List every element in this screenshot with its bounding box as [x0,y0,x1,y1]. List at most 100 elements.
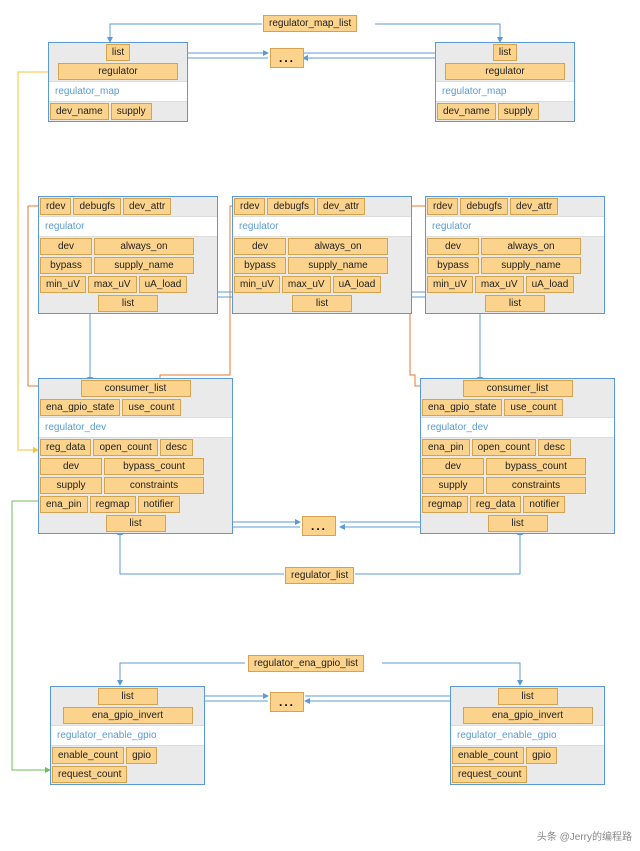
field: bypass [234,257,286,274]
field: dev [40,458,102,475]
field: constraints [104,477,204,494]
field: supply_name [94,257,194,274]
field: supply_name [481,257,581,274]
field: consumer_list [463,380,573,397]
field: use_count [504,399,562,416]
field: min_uV [40,276,86,293]
field: list [106,515,166,532]
field: list [498,688,558,705]
field: request_count [452,766,527,783]
field: dev [234,238,286,255]
field: list [98,295,158,312]
field: list [292,295,352,312]
field: dev [40,238,92,255]
field: bypass [40,257,92,274]
field: dev [427,238,479,255]
field: list [485,295,545,312]
field: list [488,515,548,532]
field: dev [422,458,484,475]
field: regulator [445,63,565,80]
field: max_uV [88,276,137,293]
field: bypass_count [486,458,586,475]
field: dev_name [50,103,109,120]
field: rdev [40,198,71,215]
field: notifier [523,496,565,513]
field: uA_load [333,276,382,293]
regulator-map-list-label: regulator_map_list [263,15,357,32]
field: always_on [94,238,194,255]
field: supply_name [288,257,388,274]
ellipsis: ... [270,692,304,712]
type-label: regulator_map [436,81,574,102]
field: supply [111,103,152,120]
field: regmap [90,496,136,513]
regulator-map-box-right: list regulator regulator_map dev_namesup… [435,42,575,122]
field: supply [498,103,539,120]
field: dev_name [437,103,496,120]
field: uA_load [139,276,188,293]
field: ena_pin [40,496,88,513]
field: ena_gpio_state [40,399,120,416]
field: regulator [58,63,178,80]
field: reg_data [470,496,521,513]
field: max_uV [282,276,331,293]
field: dev_attr [123,198,171,215]
field: bypass [427,257,479,274]
field: gpio [126,747,157,764]
regulator-box-3: rdevdebugfsdev_attr regulator devalways_… [425,196,605,314]
field: list [106,44,130,61]
ellipsis: ... [302,516,336,536]
type-label: regulator_enable_gpio [451,725,604,746]
watermark: 头条 @Jerry的编程路 [537,828,632,843]
field: consumer_list [81,380,191,397]
field: ena_gpio_state [422,399,502,416]
field: debugfs [460,198,508,215]
field: list [493,44,517,61]
regulator-dev-box-left: consumer_list ena_gpio_stateuse_count re… [38,378,233,534]
field: request_count [52,766,127,783]
field: debugfs [73,198,121,215]
type-label: regulator [39,216,217,237]
type-label: regulator [426,216,604,237]
field: enable_count [52,747,124,764]
field: min_uV [427,276,473,293]
field: supply [422,477,484,494]
field: always_on [481,238,581,255]
regulator-map-box-left: list regulator regulator_map dev_namesup… [48,42,188,122]
type-label: regulator_dev [421,417,614,438]
field: reg_data [40,439,91,456]
field: min_uV [234,276,280,293]
field: dev_attr [510,198,558,215]
field: ena_gpio_invert [63,707,193,724]
type-label: regulator [233,216,411,237]
field: uA_load [526,276,575,293]
regulator-box-1: rdevdebugfsdev_attr regulator devalways_… [38,196,218,314]
type-label: regulator_map [49,81,187,102]
field: bypass_count [104,458,204,475]
field: rdev [427,198,458,215]
field: enable_count [452,747,524,764]
field: regmap [422,496,468,513]
field: debugfs [267,198,315,215]
ellipsis: ... [270,48,304,68]
type-label: regulator_dev [39,417,232,438]
field: open_count [472,439,536,456]
field: supply [40,477,102,494]
regulator-ena-gpio-list-label: regulator_ena_gpio_list [248,655,364,672]
field: ena_pin [422,439,470,456]
regulator-list-label: regulator_list [285,567,354,584]
field: rdev [234,198,265,215]
field: ena_gpio_invert [463,707,593,724]
field: dev_attr [317,198,365,215]
field: desc [160,439,193,456]
field: notifier [138,496,180,513]
field: constraints [486,477,586,494]
field: open_count [93,439,157,456]
field: always_on [288,238,388,255]
regulator-box-2: rdevdebugfsdev_attr regulator devalways_… [232,196,412,314]
field: desc [538,439,571,456]
field: gpio [526,747,557,764]
gpio-box-left: list ena_gpio_invert regulator_enable_gp… [50,686,205,785]
regulator-dev-box-right: consumer_list ena_gpio_stateuse_count re… [420,378,615,534]
type-label: regulator_enable_gpio [51,725,204,746]
